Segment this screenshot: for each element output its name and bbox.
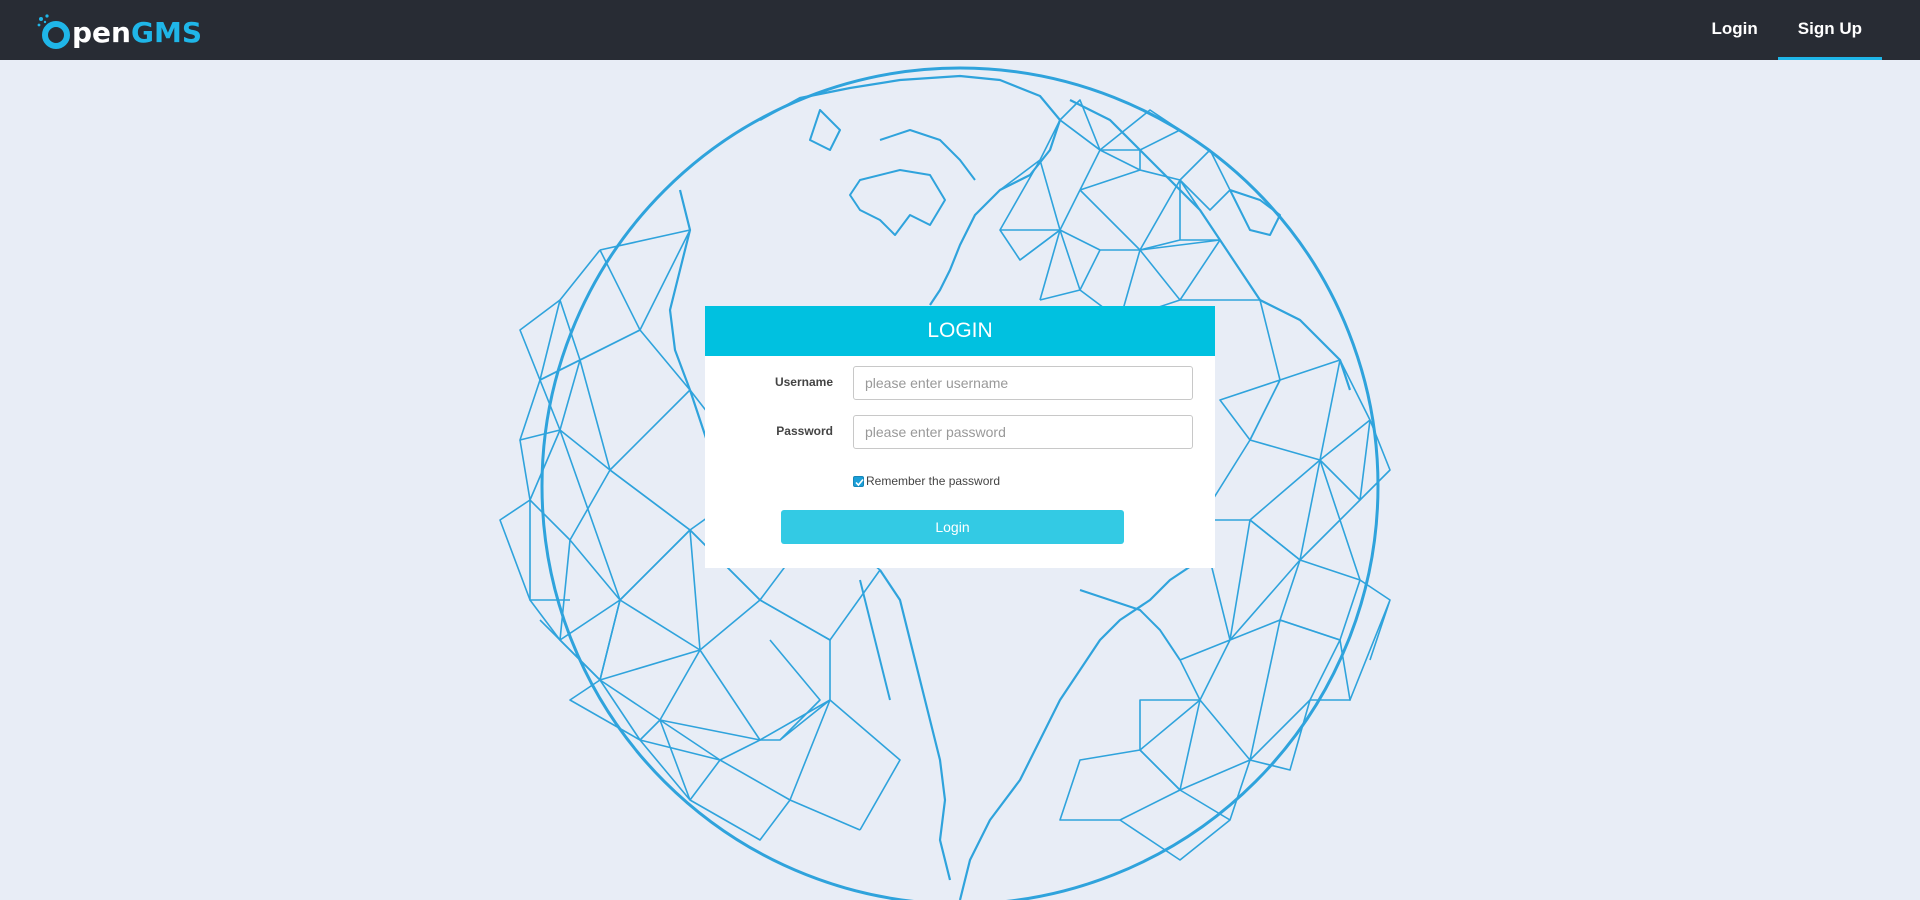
remember-label: Remember the password bbox=[866, 474, 1001, 488]
remember-checkbox[interactable] bbox=[853, 475, 864, 487]
login-submit-button[interactable]: Login bbox=[781, 510, 1124, 544]
username-row: Username bbox=[705, 366, 1215, 400]
username-input[interactable] bbox=[853, 366, 1193, 400]
password-input[interactable] bbox=[853, 415, 1193, 449]
username-label: Username bbox=[774, 375, 833, 389]
password-label: Password bbox=[776, 424, 833, 438]
login-card-title: LOGIN bbox=[705, 306, 1215, 356]
remember-password-option[interactable]: Remember the password bbox=[853, 474, 1000, 488]
password-row: Password bbox=[705, 415, 1215, 449]
login-card: LOGIN Username Password Remember the pas… bbox=[705, 306, 1215, 568]
checkmark-icon bbox=[855, 478, 864, 486]
